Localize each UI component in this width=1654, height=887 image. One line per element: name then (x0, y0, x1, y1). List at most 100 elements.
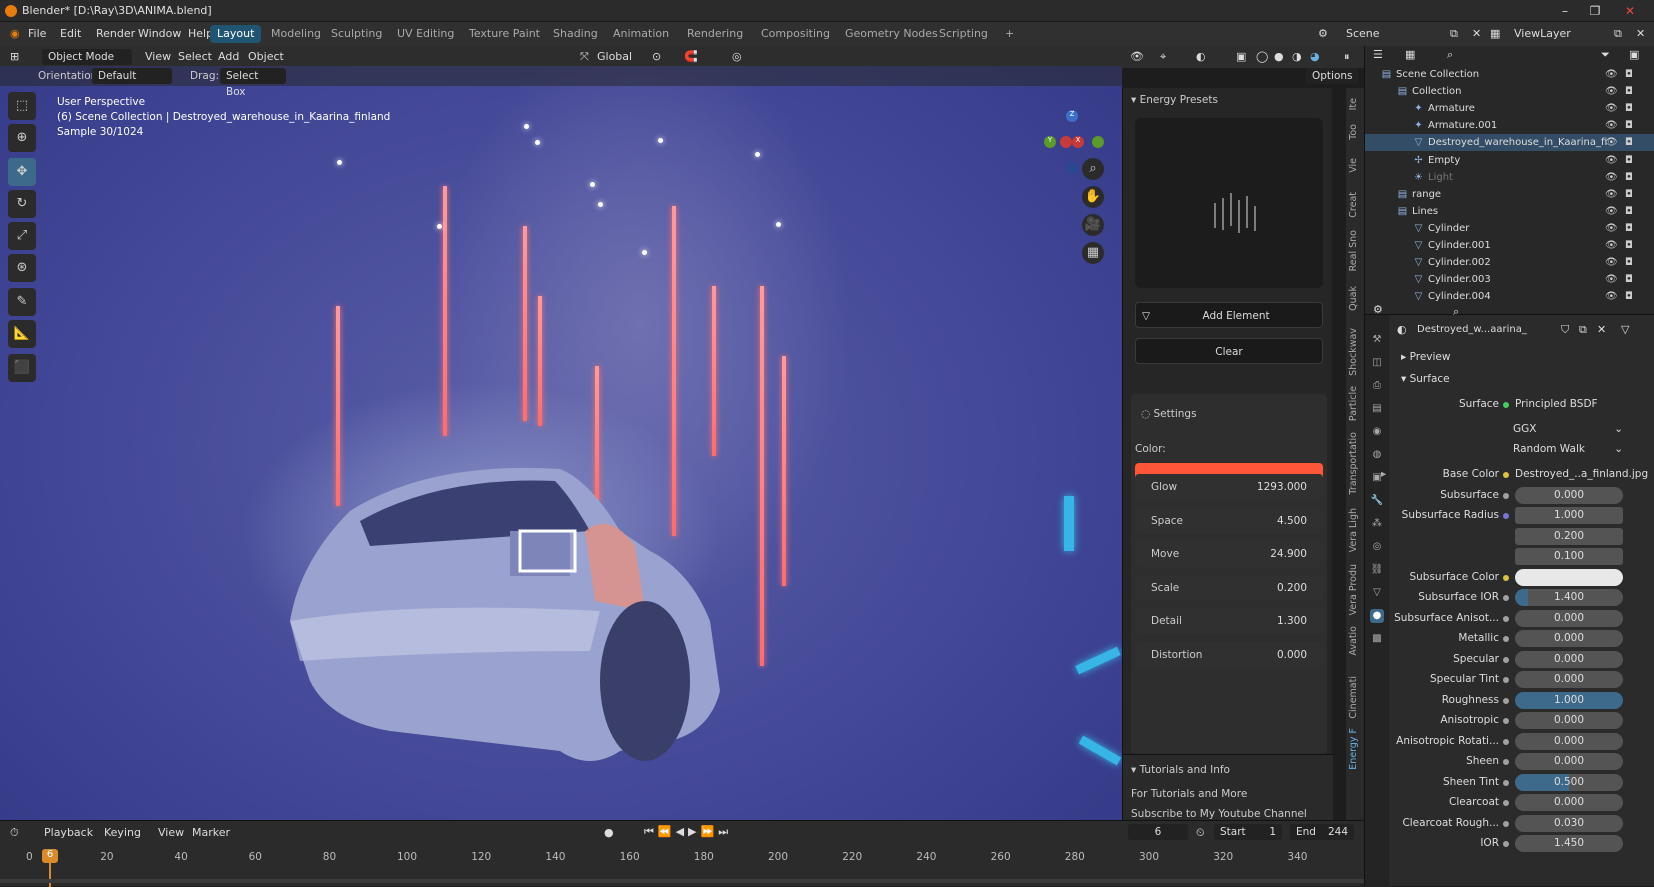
subsurface-radius-value[interactable]: 0.100 (1515, 548, 1623, 565)
visibility-eye-icon[interactable]: 👁 (1605, 220, 1618, 237)
view-layer-copy-icon[interactable]: ⧉ (1614, 27, 1622, 41)
render-camera-icon[interactable]: ◘ (1625, 169, 1633, 186)
tab-layout[interactable]: Layout (210, 25, 262, 43)
distribution-dropdown[interactable]: GGX ⌄ (1513, 423, 1623, 435)
field-detail[interactable]: Detail 1.300 (1135, 608, 1323, 634)
outliner-row[interactable]: ▽ Cylinder.004 👁 ◘ (1365, 288, 1654, 305)
outliner-item[interactable]: ▽ Cylinder.001 (1413, 237, 1491, 254)
tool-tab-icon[interactable]: ⚒ (1370, 333, 1384, 347)
subsurface-radius-value[interactable]: 0.200 (1515, 527, 1623, 545)
add-cube-tool-icon[interactable]: ⬛ (8, 354, 36, 382)
sidebar-tab-particle[interactable]: Particle (1348, 386, 1359, 421)
sidebar-tab-avatio[interactable]: Avatio (1348, 626, 1359, 656)
timeline-editor-type-icon[interactable]: ⏱ (10, 826, 19, 840)
outliner-row[interactable]: ▽ Cylinder.001 👁 ◘ (1365, 237, 1654, 254)
outliner-row[interactable]: ▤ Scene Collection 👁 ◘ (1365, 66, 1654, 83)
annotate-tool-icon[interactable]: ✎ (8, 288, 36, 316)
snap-icon[interactable]: 🧲 (684, 50, 698, 63)
render-tab-icon[interactable]: ◫ (1370, 356, 1384, 370)
outliner-item[interactable]: ✦ Armature.001 (1413, 117, 1497, 134)
clear-button[interactable]: Clear (1135, 338, 1323, 364)
socket-icon[interactable] (1503, 677, 1509, 683)
outliner-row[interactable]: ▽ Cylinder.002 👁 ◘ (1365, 254, 1654, 271)
render-camera-icon[interactable]: ◘ (1625, 152, 1633, 169)
surface-panel-header[interactable]: ▾ Surface (1401, 373, 1450, 385)
outliner-row[interactable]: ▤ Lines 👁 ◘ (1365, 203, 1654, 220)
anisotropic-rotati--value[interactable]: 0.000 (1515, 732, 1623, 750)
unlink-material-icon[interactable]: ✕ (1597, 323, 1606, 336)
outliner-item[interactable]: ▽ Cylinder.004 (1413, 288, 1491, 305)
playback-menu[interactable]: Playback (44, 826, 93, 839)
drag-dropdown[interactable]: Select Box (220, 68, 286, 98)
subsurface-ior-value[interactable]: 1.400 (1515, 589, 1623, 606)
sidebar-tab-real-sno[interactable]: Real Sno (1348, 230, 1359, 271)
zoom-icon[interactable]: ⌕ (1082, 158, 1104, 180)
sidebar-tab-too[interactable]: Too (1348, 124, 1359, 140)
mode-dropdown[interactable]: Object Mode (42, 49, 132, 65)
specular-tint-value[interactable]: 0.000 (1515, 671, 1623, 688)
proportional-icon[interactable]: ◎ (732, 50, 742, 63)
orientation-dropdown[interactable]: Default (92, 68, 172, 84)
close-button[interactable]: ✕ (1615, 2, 1645, 20)
socket-icon[interactable] (1503, 759, 1509, 765)
visibility-eye-icon[interactable]: 👁 (1605, 237, 1618, 254)
roughness-value[interactable]: 1.000 (1515, 691, 1623, 709)
ior-value[interactable]: 1.450 (1515, 835, 1623, 852)
subsurface-anisot--value[interactable]: 0.000 (1515, 609, 1623, 627)
texture-tab-icon[interactable]: ▩ (1370, 632, 1384, 646)
field-space[interactable]: Space 4.500 (1135, 507, 1323, 534)
view-layer-icon[interactable]: ▦ (1490, 27, 1500, 40)
sidebar-tab-ite[interactable]: Ite (1348, 98, 1359, 110)
outliner-row[interactable]: ✦ Armature.001 👁 ◘ (1365, 117, 1654, 134)
view-layer-remove-icon[interactable]: ✕ (1636, 27, 1645, 40)
outliner-item[interactable]: ▤ Scene Collection (1381, 66, 1479, 83)
particles-tab-icon[interactable]: ⁂ (1370, 517, 1384, 531)
shading-material-icon[interactable]: ◑ (1292, 50, 1302, 63)
render-camera-icon[interactable]: ◘ (1625, 237, 1633, 254)
shading-rendered-icon[interactable]: ◕ (1310, 50, 1320, 63)
youtube-link[interactable]: Subscribe to My Youtube Channel (1131, 808, 1307, 820)
visibility-icon[interactable]: 👁 (1130, 50, 1144, 63)
tab-texture-paint[interactable]: Texture Paint (462, 25, 547, 43)
keying-menu[interactable]: Keying (104, 826, 141, 839)
socket-icon[interactable] (1503, 779, 1509, 786)
clearcoat-rough--value[interactable]: 0.030 (1515, 814, 1623, 832)
tab-animation[interactable]: Animation (606, 25, 676, 43)
minimize-button[interactable]: – (1550, 2, 1580, 20)
socket-icon[interactable] (1503, 820, 1509, 827)
field-move[interactable]: Move 24.900 (1135, 541, 1323, 567)
data-tab-icon[interactable]: ▽ (1370, 586, 1384, 600)
outliner-row[interactable]: ✢ Empty 👁 ◘ (1365, 152, 1654, 169)
rotate-tool-icon[interactable]: ↻ (8, 190, 36, 218)
constraints-tab-icon[interactable]: ⛓ (1370, 563, 1384, 577)
outliner-display-mode-icon[interactable]: ▦ (1405, 48, 1415, 61)
gizmo-z-neg-icon[interactable] (1066, 162, 1078, 174)
scene-icon[interactable]: ⚙ (1318, 27, 1328, 40)
view-menu[interactable]: View (145, 50, 171, 63)
visibility-eye-icon[interactable]: 👁 (1605, 152, 1618, 169)
transform-orientation-icon[interactable]: ⤧ (580, 50, 589, 64)
add-menu[interactable]: Add (218, 50, 239, 63)
transform-tool-icon[interactable]: ⊛ (8, 254, 36, 282)
socket-icon[interactable] (1503, 492, 1509, 499)
new-collection-icon[interactable]: ▣ (1629, 48, 1639, 61)
gizmo-icon[interactable]: ⌖ (1160, 50, 1166, 64)
material-slot-icon[interactable]: ▽ (1621, 323, 1629, 336)
tab-uv-editing[interactable]: UV Editing (390, 25, 461, 43)
metallic-value[interactable]: 0.000 (1515, 630, 1623, 647)
scale-tool-icon[interactable]: ⤢ (8, 222, 36, 250)
render-camera-icon[interactable]: ◘ (1625, 134, 1633, 151)
output-tab-icon[interactable]: ⎙ (1370, 379, 1384, 393)
visibility-eye-icon[interactable]: 👁 (1605, 254, 1618, 271)
fake-user-icon[interactable]: ⛉ (1561, 323, 1569, 337)
socket-icon[interactable] (1503, 841, 1509, 847)
render-camera-icon[interactable]: ◘ (1625, 117, 1633, 134)
select-box-tool-icon[interactable]: ⬚ (8, 92, 36, 120)
sidebar-tab-shockwav[interactable]: Shockwav (1348, 328, 1359, 376)
socket-icon[interactable] (1503, 738, 1509, 745)
timeline-scrollbar[interactable] (0, 879, 1364, 883)
visibility-eye-icon[interactable]: 👁 (1605, 203, 1618, 220)
scene-name[interactable]: Scene (1346, 27, 1380, 40)
specular-value[interactable]: 0.000 (1515, 650, 1623, 668)
sidebar-tab-vie[interactable]: Vie (1348, 158, 1359, 173)
